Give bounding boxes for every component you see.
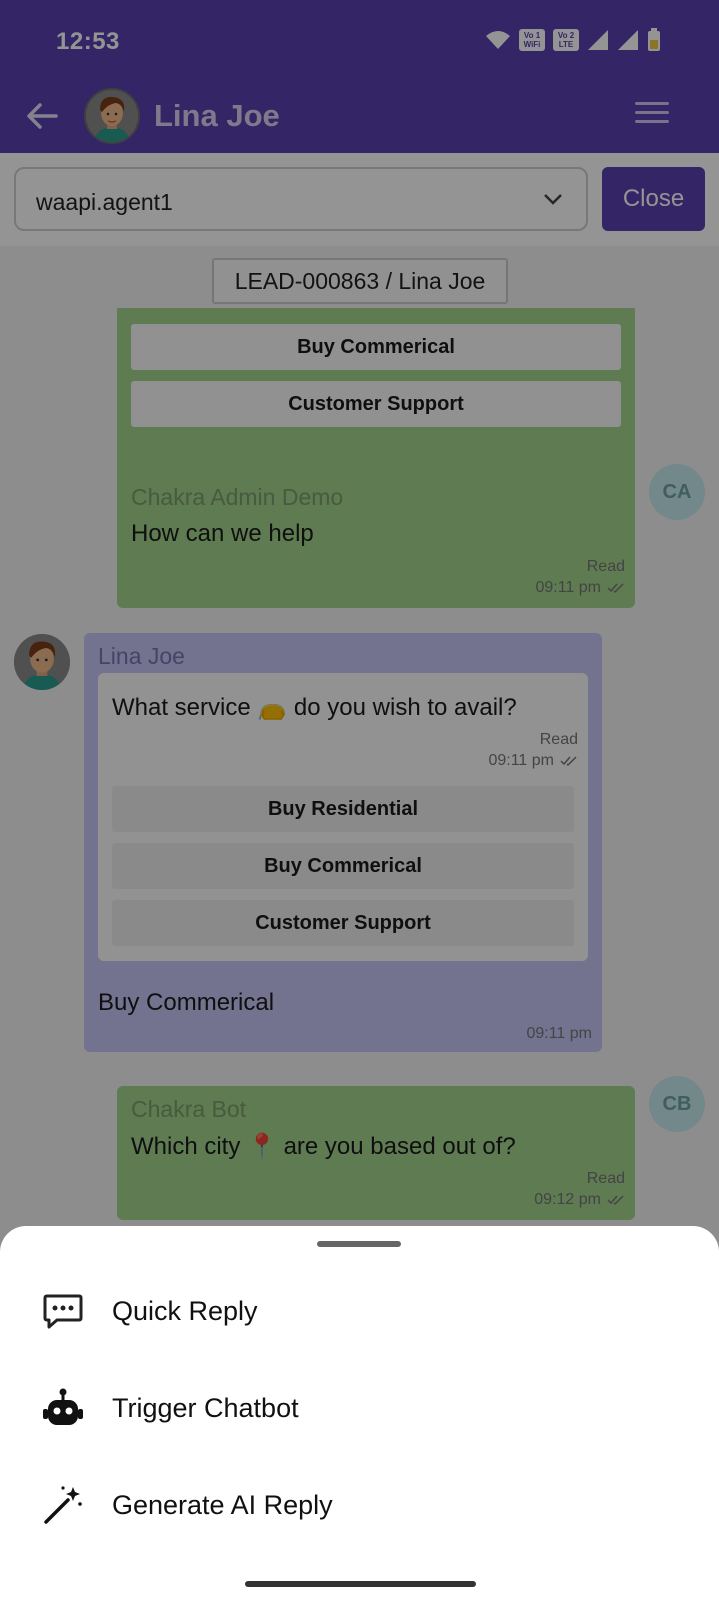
generate-ai-reply-option[interactable]: Generate AI Reply (0, 1460, 719, 1550)
quick-reply-option[interactable]: Quick Reply (0, 1266, 719, 1356)
sheet-item-label: Quick Reply (112, 1296, 258, 1326)
action-bottom-sheet: Quick Reply Trigger Chatbot Generate AI … (0, 1226, 719, 1600)
sheet-item-label: Trigger Chatbot (112, 1393, 299, 1423)
robot-icon (43, 1388, 83, 1425)
trigger-chatbot-option[interactable]: Trigger Chatbot (0, 1363, 719, 1453)
sheet-drag-handle[interactable] (317, 1241, 401, 1247)
chat-bubble-dots-icon (43, 1294, 83, 1329)
sheet-item-label: Generate AI Reply (112, 1490, 333, 1520)
screen: 12:53 Vo 1 WiFi Vo 2 LTE Lina Joe waapi.… (0, 0, 719, 1600)
system-gesture-bar[interactable] (245, 1581, 476, 1587)
magic-wand-icon (44, 1486, 82, 1524)
